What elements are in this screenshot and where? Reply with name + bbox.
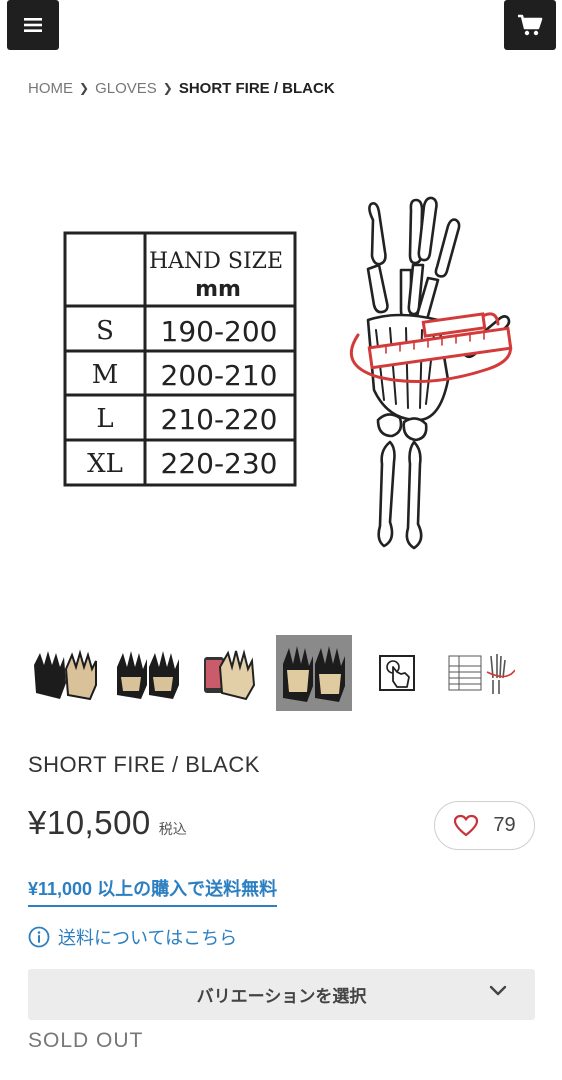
price-row: ¥10,500 税込: [28, 804, 187, 842]
size-range: 220-230: [161, 447, 278, 480]
size-chart-icon: [448, 654, 515, 694]
size-chart-unit: mm: [195, 277, 241, 302]
product-price: ¥10,500: [28, 804, 151, 841]
thumbnail-strip: [27, 635, 537, 711]
thumbnail-glove-phone[interactable]: [193, 635, 269, 711]
menu-button[interactable]: [7, 0, 59, 50]
thumbnail-touch-icon[interactable]: [359, 635, 435, 711]
favorite-count: 79: [493, 814, 516, 836]
glove-image-icon: [283, 646, 345, 702]
thumbnail-size-chart[interactable]: [442, 635, 518, 711]
breadcrumb-current: SHORT FIRE / BLACK: [178, 80, 335, 97]
thumbnail-glove-selected[interactable]: [276, 635, 352, 711]
shipping-info-link[interactable]: 送料についてはこちら: [28, 924, 237, 950]
glove-image-icon: [34, 649, 97, 701]
variation-select[interactable]: バリエーションを選択: [28, 969, 535, 1020]
glove-phone-image-icon: [204, 649, 256, 701]
shipping-info-text[interactable]: 送料についてはこちら: [58, 924, 237, 950]
tax-label: 税込: [158, 821, 187, 837]
breadcrumb-gloves[interactable]: GLOVES: [95, 80, 157, 97]
sold-out-status: SOLD OUT: [28, 1029, 144, 1052]
glove-image-icon: [117, 651, 179, 699]
size-label: XL: [87, 449, 123, 479]
cart-button[interactable]: [504, 0, 556, 50]
size-label: S: [96, 316, 114, 346]
size-label: M: [92, 360, 119, 390]
product-main-image[interactable]: HAND SIZE mm S 190-200 M 200-210 L 210-2…: [28, 130, 535, 620]
chevron-down-icon: [489, 985, 507, 996]
favorite-button[interactable]: 79: [434, 801, 535, 850]
size-label: L: [96, 404, 113, 434]
chevron-right-icon: ❯: [79, 80, 90, 95]
heart-icon: [454, 814, 479, 836]
size-range: 190-200: [161, 315, 278, 348]
product-title: SHORT FIRE / BLACK: [28, 752, 260, 777]
free-shipping-banner: ¥11,000 以上の購入で送料無料: [28, 875, 278, 907]
size-range: 210-220: [161, 403, 278, 436]
size-range: 200-210: [161, 359, 278, 392]
thumbnail-glove-2[interactable]: [110, 635, 186, 711]
breadcrumb: HOME ❯ GLOVES ❯ SHORT FIRE / BLACK: [28, 80, 335, 97]
variation-select-label: バリエーションを選択: [196, 987, 367, 1006]
info-icon: [28, 926, 50, 948]
chevron-right-icon: ❯: [162, 80, 173, 95]
thumbnail-glove-1[interactable]: [27, 635, 103, 711]
breadcrumb-home[interactable]: HOME: [28, 80, 73, 97]
skeleton-hand-illustration: [366, 196, 511, 550]
size-chart-illustration: HAND SIZE mm S 190-200 M 200-210 L 210-2…: [63, 196, 513, 550]
shopping-cart-icon: [518, 14, 543, 36]
touchscreen-icon: [379, 655, 415, 691]
size-chart-header: HAND SIZE: [149, 249, 283, 274]
hamburger-menu-icon: [24, 18, 42, 32]
